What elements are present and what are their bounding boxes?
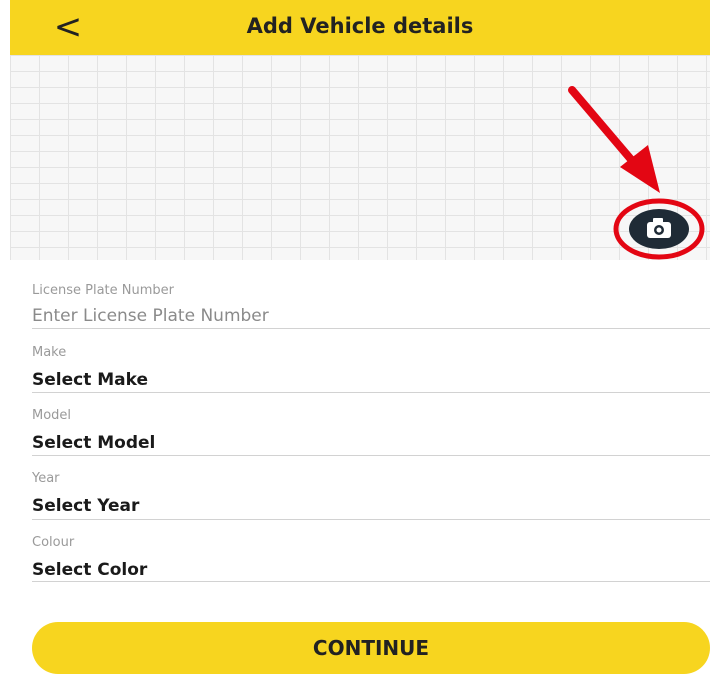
year-label: Year — [32, 471, 60, 486]
license-plate-field: License Plate Number — [32, 283, 710, 329]
page-title: Add Vehicle details — [246, 14, 474, 38]
continue-button[interactable]: CONTINUE — [32, 622, 710, 674]
make-label: Make — [32, 345, 67, 360]
year-field[interactable]: Year Select Year — [32, 471, 710, 520]
make-select[interactable]: Select Make — [32, 370, 710, 390]
model-field[interactable]: Model Select Model — [32, 408, 710, 456]
year-select[interactable]: Select Year — [32, 496, 710, 516]
colour-label: Colour — [32, 535, 75, 550]
colour-select[interactable]: Select Color — [32, 560, 710, 580]
model-label: Model — [32, 408, 72, 423]
camera-icon — [613, 198, 705, 260]
app-header: < Add Vehicle details — [10, 0, 710, 55]
make-field[interactable]: Make Select Make — [32, 345, 710, 393]
license-plate-label: License Plate Number — [32, 283, 175, 298]
colour-field[interactable]: Colour Select Color — [32, 535, 710, 582]
model-select[interactable]: Select Model — [32, 433, 710, 453]
license-plate-input[interactable] — [32, 306, 710, 326]
camera-button[interactable] — [613, 198, 706, 260]
